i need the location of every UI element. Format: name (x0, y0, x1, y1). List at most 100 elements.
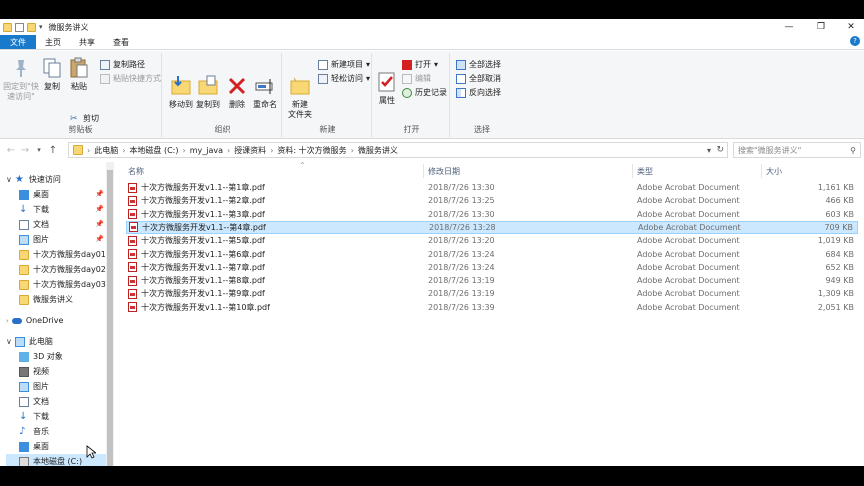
column-divider[interactable] (632, 164, 633, 178)
pin-icon[interactable]: 📌 (95, 220, 104, 228)
copy-to-button[interactable]: 复制到 (195, 75, 221, 110)
close-button[interactable]: ✕ (836, 19, 864, 35)
table-row[interactable]: 十次方微服务开发v1.1--第2章.pdf 2018/7/26 13:25 Adob… (126, 194, 858, 207)
maximize-button[interactable]: ❐ (806, 19, 836, 35)
nav-quick-access[interactable]: ∨ ★ 快速访问 (6, 172, 61, 187)
select-none-button[interactable]: 全部取消 (456, 73, 501, 84)
back-button[interactable]: ← (4, 145, 18, 156)
forward-button[interactable]: → (18, 145, 32, 156)
customize-toolbar-icon[interactable]: ▾ (39, 23, 43, 31)
pin-icon[interactable]: 📌 (95, 235, 104, 243)
tab-file[interactable]: 文件 (0, 35, 36, 49)
column-divider[interactable] (761, 164, 762, 178)
select-all-button[interactable]: 全部选择 (456, 59, 501, 70)
drive-icon (19, 456, 29, 466)
rename-icon (255, 79, 273, 94)
tab-home[interactable]: 主页 (36, 35, 70, 49)
nav-folder-lecture[interactable]: 微服务讲义 (19, 292, 73, 307)
tab-share[interactable]: 共享 (70, 35, 104, 49)
history-button[interactable]: 历史记录 (402, 87, 447, 98)
breadcrumb-drive-c[interactable]: 本地磁盘 (C:) (129, 145, 178, 156)
table-row[interactable]: 十次方微服务开发v1.1--第3章.pdf 2018/7/26 13:30 Adob… (126, 208, 858, 221)
address-dropdown-icon[interactable]: ▾ (707, 146, 711, 155)
column-divider[interactable] (423, 164, 424, 178)
paste-shortcut-button[interactable]: 粘贴快捷方式 (100, 73, 161, 84)
nav-folder-day02[interactable]: 十次方微服务day02 (19, 262, 106, 277)
nav-scrollbar[interactable] (106, 162, 114, 466)
file-type-cell: Adobe Acrobat Document (637, 276, 740, 286)
file-date-cell: 2018/7/26 13:30 (428, 183, 495, 192)
table-row[interactable]: 十次方微服务开发v1.1--第1章.pdf 2018/7/26 13:30 Adob… (126, 181, 858, 194)
file-date-cell: 2018/7/26 13:25 (428, 196, 495, 206)
nav-documents[interactable]: 文档 (19, 217, 49, 232)
nav-folder-day01[interactable]: 十次方微服务day01 (19, 247, 106, 262)
nav-this-pc[interactable]: ∨ 此电脑 (6, 334, 53, 349)
recent-locations-button[interactable]: ▾ (32, 146, 46, 154)
pin-icon[interactable]: 📌 (95, 205, 104, 213)
nav-3d-objects[interactable]: 3D 对象 (19, 349, 63, 364)
column-header-name[interactable]: 名称 (128, 164, 144, 178)
nav-music[interactable]: ♪ 音乐 (19, 424, 49, 439)
tab-view[interactable]: 查看 (104, 35, 138, 49)
file-date-cell: 2018/7/26 13:24 (428, 249, 495, 259)
new-folder-icon[interactable] (27, 22, 36, 32)
new-folder-button[interactable]: 新建 文件夹 (286, 75, 314, 120)
table-row[interactable]: 十次方微服务开发v1.1--第6章.pdf 2018/7/26 13:24 Adob… (126, 248, 858, 261)
nav-scroll-thumb[interactable] (107, 170, 113, 466)
cut-button[interactable]: ✂ 剪切 (70, 113, 99, 124)
nav-videos[interactable]: 视频 (19, 364, 49, 379)
move-to-button[interactable]: 移动到 (168, 75, 194, 110)
column-header-size[interactable]: 大小 (766, 164, 782, 178)
properties-icon[interactable] (15, 22, 24, 32)
nav-onedrive[interactable]: › OneDrive (6, 313, 63, 328)
column-header-type[interactable]: 类型 (637, 164, 653, 178)
table-row[interactable]: 十次方微服务开发v1.1--第4章.pdf 2018/7/26 13:28 Adob… (126, 220, 858, 234)
breadcrumb-this-pc[interactable]: 此电脑 (94, 145, 118, 156)
breadcrumb-separator-icon: › (226, 145, 231, 155)
edit-button[interactable]: 编辑 (402, 73, 431, 84)
easy-access-button[interactable]: 轻松访问 ▾ (318, 73, 370, 84)
pin-icon[interactable]: 📌 (95, 190, 104, 198)
nav-pc-pictures[interactable]: 图片 (19, 379, 49, 394)
address-bar[interactable]: › 此电脑 › 本地磁盘 (C:) › my_java › 授课资料 › 资料:… (68, 142, 728, 158)
rename-button[interactable]: 重命名 (252, 75, 278, 110)
table-row[interactable]: 十次方微服务开发v1.1--第8章.pdf 2018/7/26 13:19 Adob… (126, 274, 858, 287)
breadcrumb-my-java[interactable]: my_java (190, 146, 223, 155)
up-button[interactable]: ↑ (46, 145, 60, 156)
table-row[interactable]: 十次方微服务开发v1.1--第5章.pdf 2018/7/26 13:20 Adob… (126, 234, 858, 247)
explorer-window: ▾ 微服务讲义 — ❐ ✕ 文件 主页 共享 查看 ? 固定到"快 速访问" 复… (0, 19, 864, 466)
nav-pc-downloads[interactable]: ↓ 下载 (19, 409, 49, 424)
delete-button[interactable]: 删除 (227, 75, 247, 110)
breadcrumb-separator-icon: › (87, 145, 91, 155)
copy-path-button[interactable]: 复制路径 (100, 59, 145, 70)
open-button[interactable]: 打开 ▾ (402, 59, 438, 70)
file-size-cell: 684 KB (825, 249, 854, 259)
refresh-icon[interactable]: ↻ (716, 145, 724, 155)
help-icon[interactable]: ? (850, 36, 860, 46)
nav-folder-day03[interactable]: 十次方微服务day03 (19, 277, 106, 292)
minimize-button[interactable]: — (774, 19, 804, 35)
copy-button[interactable]: 复制 (40, 57, 64, 92)
paste-button[interactable]: 粘贴 (66, 57, 92, 92)
nav-desktop[interactable]: 桌面 (19, 187, 49, 202)
search-input[interactable]: 搜索"微服务讲义" ⚲ (733, 142, 861, 158)
delete-x-icon (228, 77, 246, 95)
properties-button[interactable]: 属性 (376, 71, 398, 106)
breadcrumb-course-materials[interactable]: 授课资料 (234, 145, 266, 156)
nav-pictures[interactable]: 图片 (19, 232, 49, 247)
nav-downloads[interactable]: ↓ 下载 (19, 202, 49, 217)
breadcrumb-current[interactable]: 微服务讲义 (358, 145, 398, 156)
nav-pc-documents[interactable]: 文档 (19, 394, 49, 409)
video-icon (19, 366, 29, 377)
invert-selection-button[interactable]: 反向选择 (456, 87, 501, 98)
new-item-button[interactable]: 新建项目 ▾ (318, 59, 370, 70)
table-row[interactable]: 十次方微服务开发v1.1--第9章.pdf 2018/7/26 13:19 Adob… (126, 287, 858, 300)
pin-quick-access-button[interactable]: 固定到"快 速访问" (3, 57, 39, 102)
table-row[interactable]: 十次方微服务开发v1.1--第7章.pdf 2018/7/26 13:24 Adob… (126, 261, 858, 274)
breadcrumb-materials[interactable]: 资料: 十次方微服务 (277, 145, 346, 156)
nav-pc-desktop[interactable]: 桌面 (19, 439, 49, 454)
pdf-app-icon (402, 59, 412, 70)
folder-icon (73, 145, 83, 155)
table-row[interactable]: 十次方微服务开发v1.1--第10章.pdf 2018/7/26 13:39 Ado… (126, 301, 858, 314)
column-header-date[interactable]: 修改日期 (428, 164, 460, 178)
